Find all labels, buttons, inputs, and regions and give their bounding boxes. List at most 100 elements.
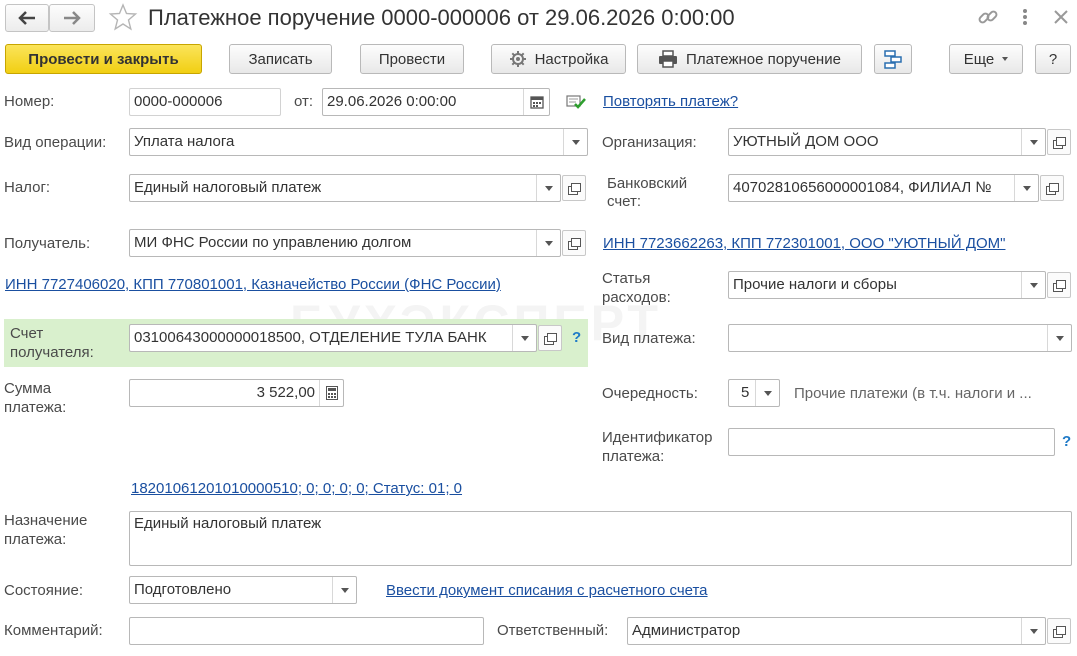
number-value: 0000-000006 xyxy=(134,93,223,110)
expense-item-label-line2: расходов: xyxy=(602,289,671,306)
bank-account-open-icon[interactable] xyxy=(1040,175,1064,201)
print-payment-order-label: Платежное поручение xyxy=(686,50,841,68)
chevron-down-icon[interactable] xyxy=(1047,325,1071,351)
payment-purpose-textarea[interactable]: Единый налоговый платеж xyxy=(129,511,1072,566)
close-icon[interactable] xyxy=(1052,8,1070,30)
date-label: от: xyxy=(294,93,314,110)
recipient-account-value: 03100643000000018500, ОТДЕЛЕНИЕ ТУЛА БАН… xyxy=(134,329,487,346)
payment-purpose-label-line1: Назначение xyxy=(4,512,88,529)
more-label: Еще xyxy=(963,50,995,68)
hierarchy-icon xyxy=(884,50,902,69)
amount-value: 3 522,00 xyxy=(256,384,315,401)
organization-open-icon[interactable] xyxy=(1047,129,1071,155)
amount-label-line1: Сумма xyxy=(4,380,52,397)
chevron-down-icon[interactable] xyxy=(1014,175,1038,201)
favorite-star-icon[interactable] xyxy=(108,2,138,36)
number-field[interactable]: 0000-000006 xyxy=(129,88,281,116)
payment-type-select[interactable] xyxy=(728,324,1072,352)
priority-description: Прочие платежи (в т.ч. налоги и ... xyxy=(794,385,1032,402)
help-question-icon[interactable]: ? xyxy=(1062,433,1071,450)
document-status-icon xyxy=(566,94,586,114)
comment-field[interactable] xyxy=(129,617,484,645)
post-and-close-button[interactable]: Провести и закрыть xyxy=(5,44,202,74)
arrow-left-icon xyxy=(18,11,35,25)
payment-purpose-value: Единый налоговый платеж xyxy=(134,515,322,532)
more-actions-icon[interactable] xyxy=(1022,8,1028,26)
date-field[interactable]: 29.06.2026 0:00:00 xyxy=(322,88,550,116)
tax-open-icon[interactable] xyxy=(562,175,586,201)
expense-item-select[interactable]: Прочие налоги и сборы xyxy=(728,271,1046,299)
payment-type-label: Вид платежа: xyxy=(602,330,696,347)
chevron-down-icon xyxy=(1002,57,1009,61)
post-button[interactable]: Провести xyxy=(360,44,464,74)
chevron-down-icon[interactable] xyxy=(332,577,356,603)
recipient-value: МИ ФНС России по управлению долгом xyxy=(134,234,412,251)
print-payment-order-button[interactable]: Платежное поручение xyxy=(637,44,862,74)
tax-label: Налог: xyxy=(4,179,51,196)
expense-item-label-line1: Статья xyxy=(602,270,651,287)
link-icon[interactable] xyxy=(977,6,999,32)
tax-select[interactable]: Единый налоговый платеж xyxy=(129,174,561,202)
recipient-account-label-line2: получателя: xyxy=(10,344,94,361)
forward-button[interactable] xyxy=(49,4,95,32)
recipient-inn-link[interactable]: ИНН 7727406020, КПП 770801001, Казначейс… xyxy=(5,276,501,293)
repeat-payment-link[interactable]: Повторять платеж? xyxy=(603,93,738,110)
printer-icon xyxy=(659,50,678,68)
chevron-down-icon[interactable] xyxy=(755,380,779,406)
chevron-down-icon[interactable] xyxy=(536,175,560,201)
payment-identifier-field[interactable] xyxy=(728,428,1055,456)
calendar-icon[interactable] xyxy=(523,89,549,115)
number-label: Номер: xyxy=(4,93,55,110)
chevron-down-icon[interactable] xyxy=(1021,272,1045,298)
recipient-account-label-line1: Счет xyxy=(10,325,44,342)
help-question-icon[interactable]: ? xyxy=(572,329,581,346)
settings-label: Настройка xyxy=(534,50,609,68)
tax-value: Единый налоговый платеж xyxy=(134,179,322,196)
operation-type-select[interactable]: Уплата налога xyxy=(129,128,588,156)
payment-identifier-label-line1: Идентификатор xyxy=(602,429,713,446)
chevron-down-icon[interactable] xyxy=(536,230,560,256)
chevron-down-icon[interactable] xyxy=(512,325,536,351)
back-button[interactable] xyxy=(5,4,49,32)
priority-value: 5 xyxy=(741,384,750,401)
recipient-open-icon[interactable] xyxy=(562,230,586,256)
amount-field[interactable]: 3 522,00 xyxy=(129,379,344,407)
organization-label: Организация: xyxy=(602,134,697,151)
bank-account-select[interactable]: 40702810656000001084, ФИЛИАЛ № xyxy=(728,174,1039,202)
recipient-account-open-icon[interactable] xyxy=(538,325,562,351)
comment-label: Комментарий: xyxy=(4,622,103,639)
chevron-down-icon[interactable] xyxy=(1021,618,1045,644)
expense-item-value: Прочие налоги и сборы xyxy=(733,276,897,293)
status-select[interactable]: Подготовлено xyxy=(129,576,357,604)
organization-select[interactable]: УЮТНЫЙ ДОМ ООО xyxy=(728,128,1046,156)
tax-details-link[interactable]: 18201061201010000510; 0; 0; 0; 0; Статус… xyxy=(131,480,462,497)
calculator-icon[interactable] xyxy=(319,380,343,406)
arrow-right-icon xyxy=(64,11,81,25)
priority-select[interactable]: 5 xyxy=(728,379,780,407)
responsible-value: Администратор xyxy=(632,622,741,639)
settings-button[interactable]: Настройка xyxy=(491,44,626,74)
responsible-open-icon[interactable] xyxy=(1047,618,1071,644)
chevron-down-icon[interactable] xyxy=(1021,129,1045,155)
recipient-account-select[interactable]: 03100643000000018500, ОТДЕЛЕНИЕ ТУЛА БАН… xyxy=(129,324,537,352)
operation-type-label: Вид операции: xyxy=(4,134,107,151)
bank-account-label-line2: счет: xyxy=(607,193,642,210)
responsible-select[interactable]: Администратор xyxy=(627,617,1046,645)
create-writeoff-link[interactable]: Ввести документ списания с расчетного сч… xyxy=(386,582,708,599)
help-button[interactable]: ? xyxy=(1035,44,1071,74)
save-button[interactable]: Записать xyxy=(229,44,332,74)
organization-inn-link[interactable]: ИНН 7723662263, КПП 772301001, ООО "УЮТН… xyxy=(603,235,1005,252)
structure-button[interactable] xyxy=(874,44,912,74)
responsible-label: Ответственный: xyxy=(497,622,609,639)
bank-account-label-line1: Банковский xyxy=(607,175,688,192)
expense-item-open-icon[interactable] xyxy=(1047,272,1071,298)
operation-type-value: Уплата налога xyxy=(134,133,235,150)
recipient-select[interactable]: МИ ФНС России по управлению долгом xyxy=(129,229,561,257)
payment-purpose-label-line2: платежа: xyxy=(4,531,67,548)
gear-icon xyxy=(509,51,526,67)
payment-identifier-label-line2: платежа: xyxy=(602,448,665,465)
chevron-down-icon[interactable] xyxy=(563,129,587,155)
more-button[interactable]: Еще xyxy=(949,44,1023,74)
organization-value: УЮТНЫЙ ДОМ ООО xyxy=(733,133,879,150)
priority-label: Очередность: xyxy=(602,385,698,402)
